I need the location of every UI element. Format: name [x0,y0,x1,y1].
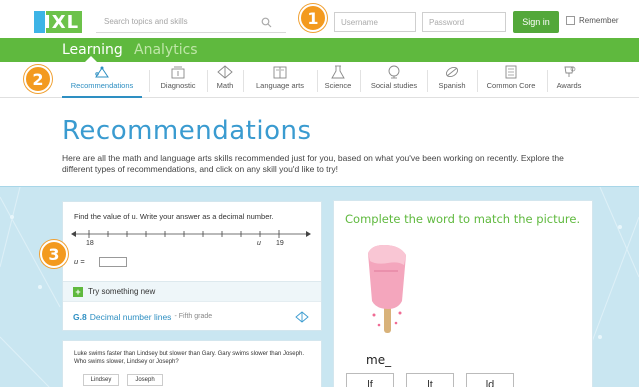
subnav-divider [243,70,244,92]
subnav-divider [477,70,478,92]
remember-checkbox[interactable]: Remember [566,16,619,25]
subnav-label: Awards [556,81,582,90]
subnav-item-awards[interactable]: Awards [550,62,588,98]
page-intro: Here are all the math and language arts … [62,153,564,174]
answer-option-lf[interactable]: lf [346,373,394,387]
answer-option-joseph[interactable]: Joseph [127,374,163,386]
search-placeholder: Search topics and skills [104,17,188,26]
subnav-label: Recommendations [70,81,134,90]
subnav-item-common-core[interactable]: Common Core [480,62,542,98]
diagnostic-icon [171,66,185,79]
social-studies-icon [388,65,400,79]
subnav-divider [207,70,208,92]
subnav-label: Social studies [370,81,418,90]
subnav-label: Spanish [438,81,466,90]
question-text: Find the value of u. Write your answer a… [74,212,274,221]
popsicle-image [368,245,406,333]
password-field[interactable]: Password [422,12,506,32]
sub-nav: Recommendations Diagnostic Math Language… [0,62,639,98]
spanish-icon [445,66,459,78]
ixl-logo[interactable]: IXL [34,11,82,33]
sign-in-button[interactable]: Sign in [513,11,559,33]
subnav-label: Diagnostic [160,81,196,90]
answer-label: u = [74,257,85,266]
username-placeholder: Username [341,17,378,27]
answer-option-lindsey[interactable]: Lindsey [83,374,119,386]
skill-card-math[interactable]: Find the value of u. Write your answer a… [62,201,322,331]
remember-label: Remember [579,16,619,25]
subnav-divider [149,70,150,92]
annotation-badge-2: 2 [24,65,52,93]
checkbox-icon[interactable] [566,16,575,25]
tab-analytics[interactable]: Analytics [134,42,198,58]
recommendations-icon [95,66,109,78]
numline-label-end: 19 [276,240,284,247]
plus-icon: + [73,286,83,297]
subnav-divider [547,70,548,92]
annotation-badge-3: 3 [40,240,68,268]
science-icon [331,65,345,79]
subnav-divider [360,70,361,92]
subnav-item-social-studies[interactable]: Social studies [364,62,424,98]
skill-code[interactable]: G.8 [73,312,87,322]
awards-icon [564,66,576,77]
subnav-divider [427,70,428,92]
search-input[interactable]: Search topics and skills [96,11,286,33]
answer-option-lt[interactable]: lt [406,373,454,387]
subnav-divider [317,70,318,92]
math-icon [295,311,309,323]
try-label: Try something new [88,287,156,296]
username-field[interactable]: Username [334,12,416,32]
annotation-badge-1: 1 [299,4,327,32]
card-title: Complete the word to match the picture. [345,212,581,226]
page-title: Recommendations [62,116,312,146]
logo-text: IXL [44,12,80,33]
subnav-item-science[interactable]: Science [320,62,356,98]
subnav-label: Language arts [256,81,304,90]
math-icon [217,65,233,79]
subnav-label: Math [216,81,234,90]
partial-word: me_ [366,353,392,367]
search-icon[interactable] [261,15,272,33]
subnav-item-recommendations[interactable]: Recommendations [62,62,142,98]
numline-label-u: u [257,240,261,247]
skill-grade: - Fifth grade [174,313,213,320]
subnav-item-language-arts[interactable]: Language arts [247,62,313,98]
password-placeholder: Password [429,17,465,27]
try-something-new-bar: + Try something new [63,281,321,301]
subnav-item-diagnostic[interactable]: Diagnostic [152,62,204,98]
skill-card-logic[interactable]: Luke swims faster than Lindsey but slowe… [62,340,322,387]
question-text: Luke swims faster than Lindsey but slowe… [74,351,304,365]
subnav-label: Science [324,81,352,90]
subnav-item-math[interactable]: Math [210,62,240,98]
answer-input[interactable] [99,257,127,267]
language-arts-icon [273,66,287,79]
skill-name[interactable]: Decimal number lines [90,312,172,322]
skill-link[interactable]: G.8 Decimal number lines - Fifth grade [63,301,321,331]
numline-label-start: 18 [86,240,94,247]
skill-card-word[interactable]: Complete the word to match the picture. … [333,200,593,387]
answer-option-ld[interactable]: ld [466,373,514,387]
subnav-label: Common Core [486,81,536,90]
subnav-item-spanish[interactable]: Spanish [432,62,472,98]
common-core-icon [505,65,517,79]
